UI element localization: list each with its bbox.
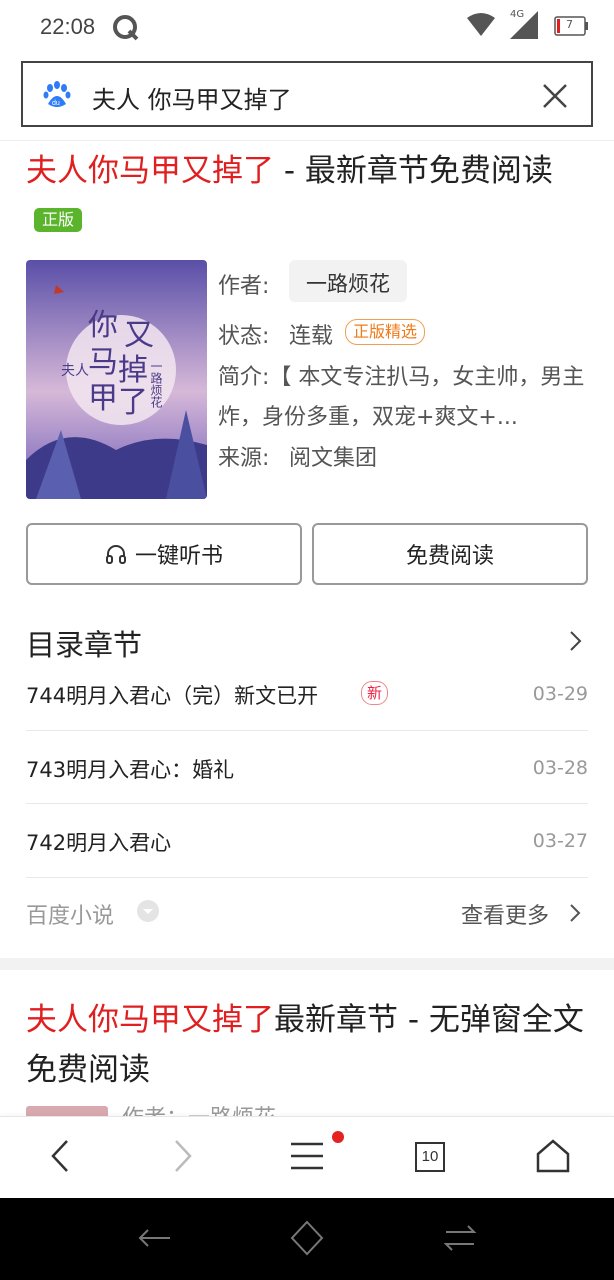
free-read-button-label: 免费阅读 xyxy=(405,544,494,569)
book-cover[interactable]: 你 又 马 掉 甲 了 夫人 一路烦花 xyxy=(26,260,207,499)
chapter-title[interactable]: 742明月入君心 xyxy=(26,827,171,857)
author-name[interactable]: 一路烦花 xyxy=(289,268,407,298)
cover-title-char: 马 xyxy=(88,345,118,380)
author-label: 作者: xyxy=(218,274,270,299)
tabs-button[interactable]: 10 xyxy=(415,1142,445,1172)
status-label: 状态: xyxy=(218,324,270,349)
cover-title-char: 甲 xyxy=(88,381,118,416)
cover-title-char: 又 xyxy=(124,318,154,353)
intro-text: 简介:【 本文专注扒马，女主帅，男主炸，身份多重，双宠+爽文+... xyxy=(218,358,588,438)
cover-author: 一路烦花 xyxy=(149,360,163,409)
wifi-icon xyxy=(467,13,495,36)
chapter-title[interactable]: 744明月入君心（完）新文已开 xyxy=(26,680,318,710)
chapter-title[interactable]: 743明月入君心：婚礼 xyxy=(26,754,234,784)
result-title-rest: - 最新章节免费阅读 xyxy=(274,153,553,189)
search-input[interactable]: 夫人 你马甲又掉了 xyxy=(92,80,292,115)
official-badge: 正版 xyxy=(34,208,83,232)
status-time: 22:08 xyxy=(40,14,96,39)
system-home-icon[interactable] xyxy=(289,1220,325,1256)
listen-button-label: 一键听书 xyxy=(134,544,223,569)
chapter-date: 03-29 xyxy=(532,683,588,705)
toc-title[interactable]: 目录章节 xyxy=(26,622,142,664)
row-divider xyxy=(26,803,588,804)
free-read-button[interactable]: 免费阅读 xyxy=(312,523,588,585)
chapter-date: 03-27 xyxy=(532,830,588,852)
system-switch-icon[interactable] xyxy=(442,1220,478,1256)
result-title[interactable]: 夫人你马甲又掉了 - 最新章节免费阅读 xyxy=(26,150,553,192)
baidu-paw-icon: du xyxy=(43,81,71,107)
home-icon[interactable] xyxy=(535,1138,571,1174)
dropdown-arrow-icon[interactable] xyxy=(136,899,160,923)
chevron-right-icon[interactable] xyxy=(568,902,582,924)
divider xyxy=(0,140,614,141)
q-app-icon xyxy=(113,15,139,41)
listen-button[interactable]: 一键听书 xyxy=(26,523,302,585)
intro-label: 简介: xyxy=(218,365,270,390)
headphone-icon xyxy=(105,545,126,564)
cover-prefix: 夫人 xyxy=(61,363,89,379)
view-more-link[interactable]: 查看更多 xyxy=(461,898,549,930)
new-badge: 新 xyxy=(361,681,389,705)
chapter-date: 03-28 xyxy=(532,757,588,779)
battery-level: 7 xyxy=(566,18,573,31)
result-title-highlight: 夫人你马甲又掉了 xyxy=(26,153,274,189)
source-label: 来源: xyxy=(218,446,270,471)
cover-title-char: 掉 xyxy=(118,353,148,388)
system-back-icon[interactable] xyxy=(136,1220,172,1256)
row-divider xyxy=(26,877,588,878)
result-title[interactable]: 夫人你马甲又掉了最新章节 - 无弹窗全文免费阅读 xyxy=(26,995,586,1095)
intro-value: 【 本文专注扒马，女主帅，男主炸，身份多重，双宠+爽文+... xyxy=(218,365,585,430)
premium-badge: 正版精选 xyxy=(345,319,426,345)
result-title-highlight: 夫人你马甲又掉了 xyxy=(26,1002,274,1038)
source-site-name[interactable]: 百度小说 xyxy=(26,898,114,930)
notification-dot xyxy=(332,1131,344,1143)
cover-title-char: 你 xyxy=(88,308,118,343)
menu-icon[interactable] xyxy=(289,1138,325,1174)
row-divider xyxy=(26,730,588,731)
chevron-right-icon[interactable] xyxy=(566,628,586,654)
cover-title-char: 了 xyxy=(118,385,148,420)
section-divider xyxy=(0,958,614,970)
source-value: 阅文集团 xyxy=(289,446,378,471)
signal-icon xyxy=(510,11,538,39)
svg-text:du: du xyxy=(52,100,60,107)
forward-icon[interactable] xyxy=(164,1138,200,1174)
close-icon[interactable] xyxy=(540,81,570,111)
author-peek: 作者：一路烦花 xyxy=(122,1100,276,1116)
status-value: 连载 xyxy=(289,324,334,349)
back-icon[interactable] xyxy=(43,1138,79,1174)
